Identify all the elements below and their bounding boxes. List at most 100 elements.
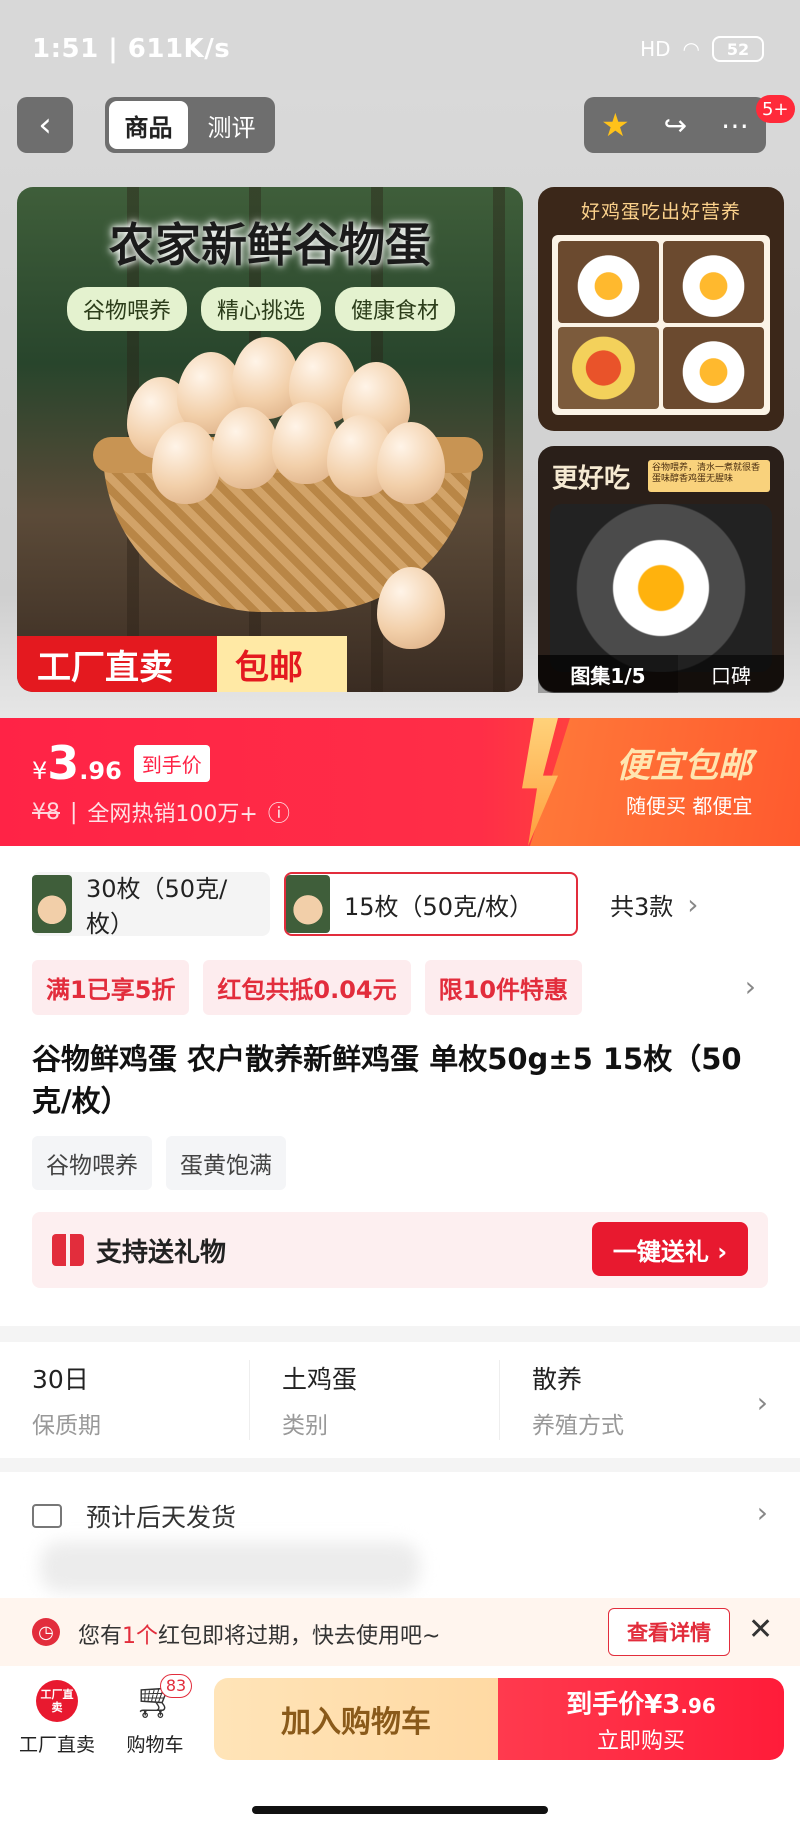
product-title: 谷物鲜鸡蛋 农户散养新鲜鸡蛋 单枚50g±5 15枚（50克/枚）: [32, 1042, 742, 1118]
image-tags: 谷物喂养 精心挑选 健康食材: [67, 287, 456, 331]
product-tag: 蛋黄饱满: [166, 1136, 286, 1190]
spec-value: 土鸡蛋: [282, 1365, 358, 1394]
banner-free-shipping: 包邮: [217, 636, 347, 692]
price-line: ¥ 3 .96 到手价: [32, 736, 210, 790]
variant-thumbnail: [32, 875, 72, 933]
view-details-button[interactable]: 查看详情: [608, 1608, 730, 1656]
spec-value: 散养: [532, 1365, 583, 1394]
cart-badge: 83: [160, 1674, 192, 1698]
price-tag: 到手价: [133, 744, 210, 782]
gift-section: 支持送礼物 一键送礼 ›: [32, 1212, 768, 1288]
buy-now-button[interactable]: 到手价¥3.96 立即购买: [498, 1678, 784, 1760]
buy-price-decimal: .96: [680, 1693, 716, 1718]
notice-prefix: 您有: [78, 1624, 123, 1649]
share-icon[interactable]: ↪: [664, 109, 687, 142]
buy-price: 到手价¥3.96: [566, 1684, 716, 1721]
promotion-tag[interactable]: 红包共抵0.04元: [203, 960, 411, 1015]
send-gift-button[interactable]: 一键送礼 ›: [592, 1222, 748, 1276]
promotion-tag[interactable]: 满1已享5折: [32, 960, 190, 1015]
info-icon[interactable]: ⓘ: [268, 796, 290, 828]
dish-image: [663, 327, 764, 409]
notice-count: 1个: [122, 1624, 159, 1649]
clock-icon: ◷: [32, 1618, 60, 1646]
specs-row[interactable]: 30日 保质期 土鸡蛋 类别 散养 养殖方式 ›: [0, 1342, 800, 1458]
back-button[interactable]: ‹: [17, 97, 73, 153]
dish-image: [663, 241, 764, 323]
add-to-cart-button[interactable]: 加入购物车: [214, 1678, 498, 1760]
chevron-right-icon[interactable]: ›: [757, 1496, 768, 1529]
close-icon[interactable]: ✕: [748, 1612, 773, 1647]
product-tags: 谷物喂养 蛋黄饱满: [32, 1136, 286, 1190]
price-subline: ¥8 | 全网热销100万+ ⓘ: [32, 796, 290, 828]
thumbnail-title: 更好吃: [552, 464, 631, 494]
factory-label: 工厂直卖: [18, 1734, 95, 1756]
clock-text: 1:51: [32, 34, 99, 64]
original-price: ¥8: [32, 799, 60, 825]
gift-text: 支持送礼物: [96, 1238, 227, 1268]
bottom-action-bar: 工厂直卖 工厂直卖 🛒︎ 83 购物车 加入购物车 到手价¥3.96 立即购买: [0, 1666, 800, 1822]
header-tabs: 商品 测评: [105, 97, 275, 153]
variant-label: 30枚（50克/枚）: [86, 875, 228, 938]
cart-entry[interactable]: 🛒︎ 83 购物车: [110, 1674, 200, 1757]
image-tag: 健康食材: [335, 287, 456, 331]
buy-price-label: 到手价¥: [566, 1689, 663, 1720]
promotion-tag[interactable]: 限10件特惠: [424, 960, 583, 1015]
price-banner: ¥ 3 .96 到手价 ¥8 | 全网热销100万+ ⓘ 便宜包邮 随便买 都便…: [0, 718, 800, 846]
variant-label: 15枚（50克/枚）: [344, 892, 534, 921]
dish-image: [558, 327, 659, 409]
spec-label: 养殖方式: [532, 1413, 624, 1439]
gallery-count[interactable]: 图集1/5: [538, 655, 678, 693]
gallery-reviews[interactable]: 口碑: [678, 660, 784, 689]
product-info-card: 30枚（50克/枚） 15枚（50克/枚） 共3款 › 满1已享5折 红包共抵0…: [0, 846, 800, 1326]
buy-now-label: 立即购买: [596, 1728, 685, 1754]
back-arrow-icon: ‹: [38, 105, 52, 145]
sales-text: 全网热销100万+: [87, 802, 258, 827]
battery-icon: 52: [712, 36, 764, 62]
cart-icon: 🛒︎ 83: [134, 1674, 192, 1722]
favorite-star-icon[interactable]: ★: [601, 106, 630, 144]
gallery-thumbnail-recipes[interactable]: 好鸡蛋吃出好营养: [538, 187, 784, 431]
chevron-right-icon[interactable]: ›: [757, 1386, 768, 1419]
factory-logo-icon: 工厂直卖: [36, 1680, 78, 1722]
thumbnail-title: 好鸡蛋吃出好营养: [580, 201, 741, 223]
shipping-row[interactable]: 预计后天发货 ›: [0, 1472, 800, 1602]
notice-text: 您有1个红包即将过期，快去使用吧~: [78, 1618, 440, 1650]
spec-label: 类别: [282, 1413, 328, 1439]
coupon-expiry-notice: ◷ 您有1个红包即将过期，快去使用吧~ 查看详情 ✕: [0, 1598, 800, 1666]
factory-direct-entry[interactable]: 工厂直卖 工厂直卖: [12, 1680, 102, 1757]
tab-reviews[interactable]: 测评: [192, 101, 271, 149]
price-integer: 3: [47, 736, 80, 790]
variant-option[interactable]: 30枚（50克/枚）: [32, 872, 270, 938]
buy-price-integer: 3: [662, 1689, 681, 1720]
shipping-text: 预计后天发货: [86, 1503, 237, 1532]
image-banner: 工厂直卖 包邮: [17, 636, 347, 692]
spec-label: 保质期: [32, 1413, 101, 1439]
dish-image: [558, 241, 659, 323]
spec-item: 土鸡蛋 类别: [250, 1360, 500, 1440]
spec-item: 30日 保质期: [0, 1360, 250, 1440]
product-tag: 谷物喂养: [32, 1136, 152, 1190]
cart-label: 购物车: [126, 1734, 184, 1756]
blurred-content: [40, 1542, 420, 1592]
variant-option-selected[interactable]: 15枚（50克/枚）: [284, 872, 578, 936]
header-actions: ★ ↪ ⋯: [584, 97, 766, 153]
variant-selector: 30枚（50克/枚） 15枚（50克/枚） 共3款 ›: [32, 872, 698, 938]
banner-factory-direct: 工厂直卖: [17, 636, 217, 692]
fried-egg-plate: [550, 504, 772, 672]
variant-count[interactable]: 共3款: [610, 887, 673, 922]
variant-thumbnail: [286, 875, 330, 933]
chevron-right-icon[interactable]: ›: [745, 970, 756, 1003]
network-speed: 611K/s: [127, 34, 231, 64]
gallery-bar: 图集1/5 口碑: [538, 655, 784, 693]
promo-title: 便宜包邮: [616, 746, 752, 786]
chevron-right-icon[interactable]: ›: [687, 888, 698, 921]
home-indicator[interactable]: [252, 1806, 548, 1814]
status-icons: HD ◠ 52: [640, 36, 764, 62]
more-icon[interactable]: ⋯: [721, 109, 749, 142]
wifi-icon: ◠: [682, 37, 700, 61]
notice-suffix: 红包即将过期，快去使用吧~: [158, 1624, 441, 1649]
tab-product[interactable]: 商品: [109, 101, 188, 149]
recipe-grid: [552, 235, 770, 415]
divider: |: [70, 799, 78, 825]
main-product-image[interactable]: 农家新鲜谷物蛋 谷物喂养 精心挑选 健康食材 工厂直卖 包邮: [17, 187, 523, 692]
